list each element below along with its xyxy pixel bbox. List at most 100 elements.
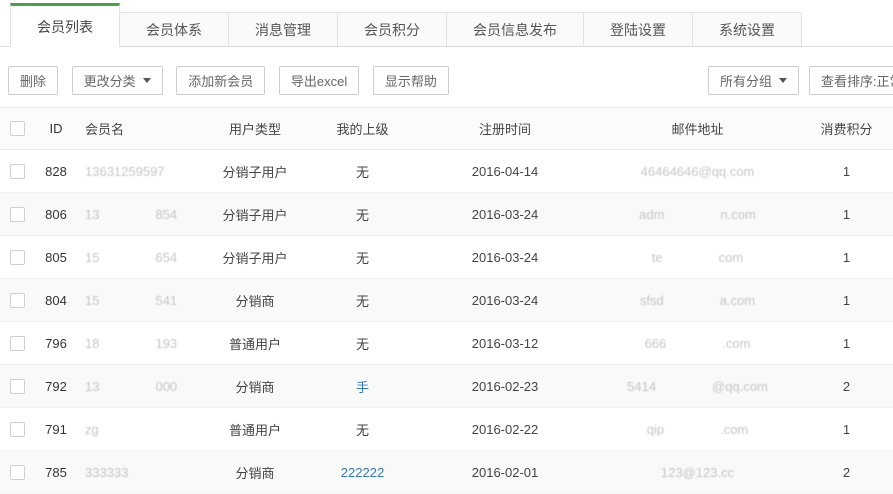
member-name-redacted [99, 390, 155, 391]
row-checkbox[interactable] [10, 336, 25, 351]
row-checkbox[interactable] [10, 422, 25, 437]
show-help-button[interactable]: 显示帮助 [373, 66, 449, 95]
member-name-visible: 18 [85, 336, 99, 351]
member-name-visible: zg [85, 422, 99, 437]
email-visible: a.com [720, 293, 755, 308]
row-checkbox[interactable] [10, 164, 25, 179]
all-groups-dropdown[interactable]: 所有分组 [708, 66, 799, 95]
tab-system-settings[interactable]: 系统设置 [692, 12, 802, 46]
table-row: 796 18193 普通用户 无 2016-03-12 666.com 1 [0, 322, 893, 365]
member-name-visible: 15 [85, 293, 99, 308]
cell-reg-time: 2016-04-14 [415, 164, 595, 179]
cell-email: tecom [595, 250, 800, 265]
email-visible: adm [639, 207, 664, 222]
member-name-redacted [99, 347, 155, 348]
email-redacted [664, 433, 720, 434]
cell-points: 1 [800, 250, 893, 265]
cell-id: 785 [34, 465, 78, 480]
member-name-redacted [99, 218, 155, 219]
view-sort-button[interactable]: 查看排序:正常排序 [809, 66, 893, 95]
cell-upline: 无 [310, 291, 415, 310]
email-visible: .com [722, 336, 750, 351]
row-checkbox[interactable] [10, 293, 25, 308]
cell-email: qip.com [595, 422, 800, 437]
tab-member-system[interactable]: 会员体系 [119, 12, 229, 46]
cell-reg-time: 2016-03-24 [415, 250, 595, 265]
cell-upline[interactable]: 222222 [310, 465, 415, 480]
cell-points: 2 [800, 379, 893, 394]
table-row: 804 15541 分销商 无 2016-03-24 sfsda.com 1 [0, 279, 893, 322]
cell-upline: 无 [310, 162, 415, 181]
header-type: 用户类型 [200, 119, 310, 138]
email-visible: 123@123.cc [661, 465, 734, 480]
select-all-checkbox[interactable] [10, 121, 25, 136]
table-row: 806 13854 分销子用户 无 2016-03-24 admn.com 1 [0, 193, 893, 236]
row-checkbox[interactable] [10, 379, 25, 394]
header-email: 邮件地址 [595, 119, 800, 138]
member-table: ID 会员名 用户类型 我的上级 注册时间 邮件地址 消费积分 828 1363… [0, 107, 893, 494]
cell-id: 791 [34, 422, 78, 437]
row-checkbox[interactable] [10, 207, 25, 222]
table-row: 805 15 654 分销子用户 无 2016-03-24 tecom 1 [0, 236, 893, 279]
tab-member-list[interactable]: 会员列表 [10, 3, 120, 47]
cell-member-name: 13854 [78, 207, 200, 222]
cell-user-type: 分销子用户 [200, 162, 310, 181]
member-name-visible: 541 [155, 293, 177, 308]
member-name-redacted [99, 304, 155, 305]
header-reg-time: 注册时间 [415, 119, 595, 138]
change-category-label: 更改分类 [84, 71, 136, 90]
email-visible: .com [726, 164, 754, 179]
toolbar-right: 所有分组 查看排序:正常排序 [708, 66, 893, 95]
cell-id: 796 [34, 336, 78, 351]
cell-user-type: 分销子用户 [200, 248, 310, 267]
cell-points: 1 [800, 207, 893, 222]
member-name-visible: 193 [155, 336, 177, 351]
cell-member-name: 15 654 [78, 250, 200, 265]
email-visible: @qq.com [712, 379, 768, 394]
cell-reg-time: 2016-03-24 [415, 207, 595, 222]
email-visible: 46464646@qq [641, 164, 727, 179]
cell-user-type: 普通用户 [200, 420, 310, 439]
member-name-visible: 13 [85, 207, 99, 222]
change-category-dropdown[interactable]: 更改分类 [72, 66, 163, 95]
cell-upline: 无 [310, 334, 415, 353]
cell-upline[interactable]: 手 [310, 377, 415, 396]
toolbar: 删除 更改分类 添加新会员 导出excel 显示帮助 所有分组 查看排序:正常排… [0, 47, 893, 107]
row-checkbox[interactable] [10, 465, 25, 480]
cell-email: 46464646@qq.com [595, 164, 800, 179]
cell-id: 792 [34, 379, 78, 394]
cell-member-name: 15 541 [78, 293, 200, 308]
tabbar: 会员列表 会员体系 消息管理 会员积分 会员信息发布 登陆设置 系统设置 [0, 0, 893, 47]
cell-upline: 无 [310, 248, 415, 267]
email-visible: com [719, 250, 744, 265]
add-member-button[interactable]: 添加新会员 [176, 66, 265, 95]
cell-member-name: zg [78, 422, 200, 437]
cell-reg-time: 2016-02-22 [415, 422, 595, 437]
member-name-visible: 654 [155, 250, 177, 265]
table-row: 791 zg 普通用户 无 2016-02-22 qip.com 1 [0, 408, 893, 451]
member-name-visible: 333333 [85, 465, 128, 480]
tab-login-settings[interactable]: 登陆设置 [583, 12, 693, 46]
tab-message-management[interactable]: 消息管理 [228, 12, 338, 46]
tab-member-info-publish[interactable]: 会员信息发布 [446, 12, 584, 46]
email-visible: n.com [720, 207, 755, 222]
email-visible: .com [720, 422, 748, 437]
tab-member-points[interactable]: 会员积分 [337, 12, 447, 46]
cell-reg-time: 2016-03-12 [415, 336, 595, 351]
row-checkbox[interactable] [10, 250, 25, 265]
cell-user-type: 普通用户 [200, 334, 310, 353]
table-header: ID 会员名 用户类型 我的上级 注册时间 邮件地址 消费积分 [0, 107, 893, 150]
cell-id: 805 [34, 250, 78, 265]
header-upline: 我的上级 [310, 119, 415, 138]
cell-email: 5414@qq.com [595, 379, 800, 394]
cell-reg-time: 2016-02-23 [415, 379, 595, 394]
email-visible: 666 [645, 336, 667, 351]
member-name-visible: 15 [85, 250, 99, 265]
export-excel-button[interactable]: 导出excel [279, 66, 359, 95]
cell-user-type: 分销商 [200, 377, 310, 396]
all-groups-label: 所有分组 [720, 71, 772, 90]
delete-button[interactable]: 删除 [8, 66, 58, 95]
header-id: ID [34, 121, 78, 136]
member-name-redacted [99, 261, 155, 262]
cell-member-name: 13631259597 [78, 164, 200, 179]
